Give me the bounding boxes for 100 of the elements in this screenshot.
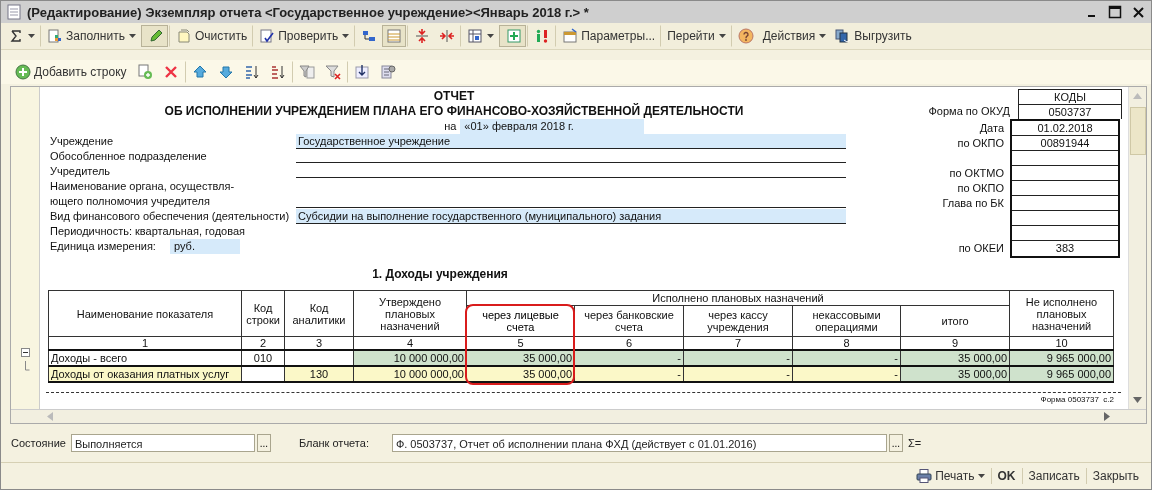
field-label: Вид финансового обеспечения (деятельности) bbox=[49, 209, 291, 224]
move-down-icon bbox=[353, 64, 370, 80]
window-title: (Редактирование) Экземпляр отчета <Государственное учреждение><Январь 2018 г.> * bbox=[27, 4, 589, 20]
pencil-icon bbox=[147, 28, 164, 44]
column-header: через банковские счета bbox=[574, 305, 684, 337]
collapse-icon bbox=[414, 28, 431, 44]
code-label: по ОКПО bbox=[956, 136, 1005, 151]
scroll-thumb[interactable] bbox=[1129, 107, 1146, 155]
scroll-down-icon[interactable] bbox=[1133, 397, 1142, 403]
column-header: Код аналитики bbox=[284, 290, 354, 337]
add-circle-icon bbox=[15, 64, 31, 80]
footer-button[interactable]: Закрыть bbox=[1088, 469, 1143, 483]
toolbar-button[interactable] bbox=[140, 25, 168, 47]
table-cell: 10 000 000,00 bbox=[353, 350, 467, 366]
arrow-up-icon bbox=[191, 64, 208, 80]
export-icon bbox=[835, 28, 852, 44]
table-cell: 35 000,00 bbox=[900, 350, 1010, 366]
delete-icon bbox=[162, 64, 179, 80]
toolbar-button[interactable]: Добавить строку bbox=[11, 61, 131, 83]
field-label: Обособленное подразделение bbox=[49, 149, 208, 164]
expand-icon bbox=[439, 28, 456, 44]
code-value: 383 bbox=[1054, 241, 1076, 256]
table-cell: - bbox=[683, 350, 793, 366]
code-value: 01.02.2018 bbox=[1012, 121, 1118, 136]
code-label: по ОКТМО bbox=[948, 166, 1005, 181]
toolbar-button[interactable]: Заполнить bbox=[40, 25, 140, 47]
table-cell: 35 000,00 bbox=[466, 350, 575, 366]
collapse-toggle-icon[interactable] bbox=[20, 348, 30, 357]
scroll-right-icon[interactable] bbox=[1104, 412, 1110, 421]
code-label: по ОКПО bbox=[956, 181, 1005, 196]
select-button[interactable]: ... bbox=[888, 434, 903, 452]
sum-icon bbox=[8, 28, 24, 44]
form-field[interactable]: Ф. 0503737, Отчет об исполнении плана ФХД (действует с 01.01.2016) bbox=[391, 434, 887, 452]
code-label: Глава по БК bbox=[941, 196, 1005, 211]
column-header: Код строки bbox=[241, 290, 285, 337]
sum-label: Σ= bbox=[907, 437, 922, 449]
field-label: Наименование органа, осуществля- ющего полномочия учредителя bbox=[49, 179, 236, 209]
code-label: по ОКЕИ bbox=[957, 241, 1005, 256]
column-header: некассовыми операциями bbox=[792, 305, 901, 337]
form-label: Бланк отчета: bbox=[298, 437, 370, 449]
caret-icon bbox=[342, 34, 350, 38]
footer-button[interactable]: Печать bbox=[912, 469, 989, 483]
filter-clear-icon bbox=[324, 64, 341, 80]
date-prefix: на bbox=[444, 119, 457, 134]
toolbar-button[interactable]: Проверить bbox=[252, 25, 354, 47]
table-cell: 010 bbox=[241, 350, 285, 366]
vertical-scrollbar[interactable] bbox=[1128, 87, 1146, 409]
sort-ascending-icon bbox=[243, 64, 260, 80]
caret-icon bbox=[28, 34, 35, 38]
tree-icon bbox=[361, 28, 378, 44]
toolbar-button[interactable]: Выгрузить bbox=[831, 25, 916, 47]
field-label: Периодичность: квартальная, годовая bbox=[49, 224, 246, 239]
window-icon bbox=[562, 28, 579, 44]
column-header: через лицевые счета bbox=[466, 305, 575, 337]
field-value: Субсидии на выполнение государственного (муниципального) задания bbox=[296, 209, 846, 224]
caret-icon bbox=[819, 34, 827, 38]
list-settings-icon bbox=[379, 64, 396, 80]
field-value: руб. bbox=[170, 239, 240, 254]
column-header: через кассу учреждения bbox=[683, 305, 793, 337]
status-field[interactable]: Выполняется bbox=[70, 434, 255, 452]
caret-icon bbox=[487, 34, 495, 38]
field-label: Единица измерения: bbox=[49, 239, 157, 254]
select-button[interactable]: ... bbox=[256, 434, 271, 452]
code-value: 00891944 bbox=[1012, 136, 1118, 151]
grid-icon bbox=[467, 28, 484, 44]
report-subtitle: ОБ ИСПОЛНЕНИИ УЧРЕЖДЕНИЕМ ПЛАНА ЕГО ФИНАНСОВО-ХОЗЯЙСТВЕННОЙ ДЕЯТЕЛЬНОСТИ bbox=[163, 104, 745, 119]
page-footer: Форма 0503737 с.2 bbox=[48, 395, 1122, 405]
table-cell: - bbox=[574, 350, 684, 366]
column-header: Не исполнено плановых назначений bbox=[1009, 290, 1114, 337]
arrow-down-icon bbox=[217, 64, 234, 80]
caret-icon bbox=[718, 34, 726, 38]
code-label: Форма по ОКУД bbox=[927, 104, 1011, 119]
column-header: Наименование показателя bbox=[48, 290, 242, 337]
caret-icon bbox=[128, 34, 136, 38]
table-cell: Доходы - всего bbox=[48, 350, 242, 366]
horizontal-scrollbar[interactable] bbox=[11, 409, 1146, 423]
section-title: 1. Доходы учреждения bbox=[371, 267, 509, 281]
column-group-header: Исполнено плановых назначений bbox=[466, 290, 1010, 306]
code-label: Дата bbox=[978, 121, 1005, 136]
report-title: ОТЧЕТ bbox=[432, 89, 476, 103]
help-icon bbox=[737, 28, 754, 44]
toolbar-button[interactable]: Действия bbox=[758, 25, 831, 47]
toolbar-button[interactable]: Перейти bbox=[660, 25, 730, 47]
add-box-icon bbox=[506, 28, 523, 44]
toolbar-button[interactable]: Очистить bbox=[168, 25, 252, 47]
document-icon bbox=[7, 4, 21, 20]
filter-icon bbox=[298, 64, 315, 80]
status-label: Состояние bbox=[11, 437, 66, 449]
maximize-icon[interactable] bbox=[1108, 5, 1122, 19]
footer-button[interactable]: OK bbox=[993, 469, 1020, 483]
printer-icon bbox=[916, 469, 933, 483]
footer-button[interactable]: Записать bbox=[1024, 469, 1084, 483]
table-icon bbox=[386, 28, 403, 44]
report-date: «01» февраля 2018 г. bbox=[460, 119, 644, 134]
table-cell: 9 965 000,00 bbox=[1009, 350, 1114, 366]
table-cell: - bbox=[792, 350, 901, 366]
toolbar-button[interactable]: Параметры... bbox=[555, 25, 660, 47]
close-icon[interactable] bbox=[1132, 5, 1145, 19]
codes-header: КОДЫ bbox=[1018, 89, 1122, 104]
field-value: Государственное учреждение bbox=[296, 134, 846, 149]
